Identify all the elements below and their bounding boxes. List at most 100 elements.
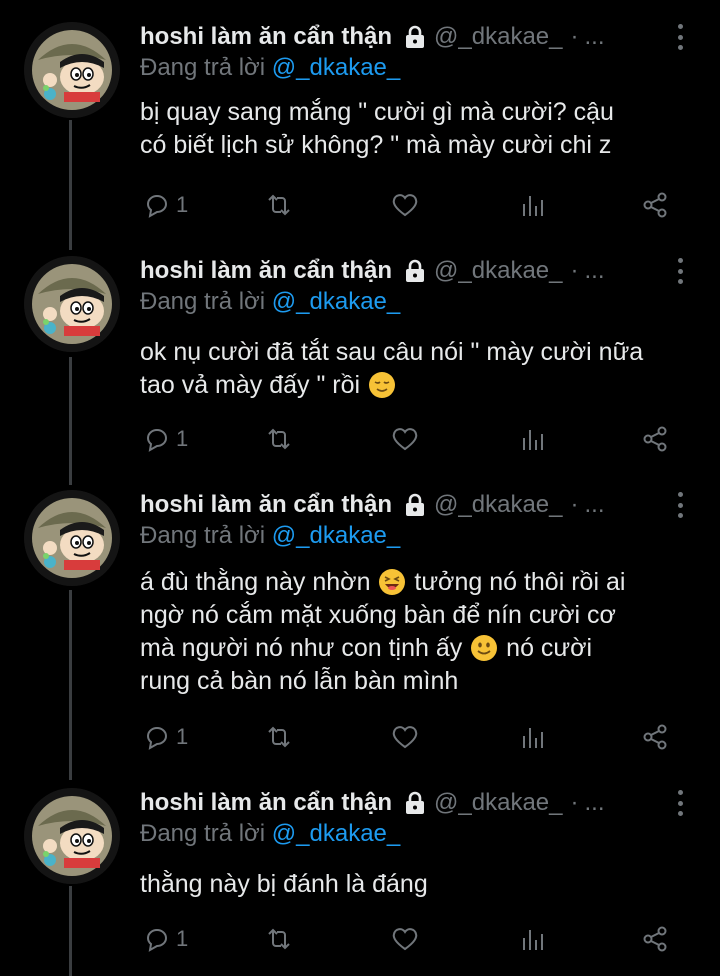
reply-button[interactable]: 1 [142,922,188,956]
views-icon [523,728,543,748]
display-name[interactable]: hoshi làm ăn cẩn thận [140,491,392,519]
reply-count: 1 [176,426,189,451]
display-name[interactable]: hoshi làm ăn cẩn thận [140,789,392,817]
like-button[interactable] [390,720,420,754]
avatar[interactable] [24,788,120,884]
display-name[interactable]: hoshi làm ăn cẩn thận [140,257,392,285]
replying-mention-link[interactable]: @_dkakae_ [272,54,400,81]
tweet-text-line: tao vả mày đấy " rồi [140,369,700,402]
heart-icon [392,428,418,451]
avatar-image [24,788,120,884]
reply-button[interactable]: 1 [142,422,188,456]
timestamp[interactable]: ... [585,257,605,285]
tweet-text: á đù thằng này nhờn tưởng nó thôi rồi ai… [140,566,700,698]
heart-icon [392,726,418,749]
replying-prefix: Đang trả lời [140,820,266,847]
lock-icon [406,493,425,516]
separator-dot: · [570,491,579,518]
lock-icon [406,25,425,48]
views-icon [523,930,543,950]
avatar-image [24,256,120,352]
display-name[interactable]: hoshi làm ăn cẩn thận [140,23,392,51]
replying-prefix: Đang trả lời [140,522,266,549]
like-button[interactable] [390,188,420,222]
views-button[interactable] [518,422,548,456]
tweet[interactable]: hoshi làm ăn cẩn thận @_dkakae_ · ... Đa… [0,22,720,232]
tweet-header: hoshi làm ăn cẩn thận @_dkakae_ · ... [140,490,700,520]
replying-to: Đang trả lời @_dkakae_ [140,54,400,82]
views-button[interactable] [518,922,548,956]
separator-dot: · [570,23,579,50]
replying-prefix: Đang trả lời [140,288,266,315]
tweet-header: hoshi làm ăn cẩn thận @_dkakae_ · ... [140,788,700,818]
tweet-text-line: rung cả bàn nó lẫn bàn mình [140,667,459,695]
user-handle[interactable]: @_dkakae_ [434,789,562,817]
reply-icon [146,929,167,952]
avatar[interactable] [24,490,120,586]
replying-prefix: Đang trả lời [140,54,266,81]
tweet-header: hoshi làm ăn cẩn thận @_dkakae_ · ... [140,256,700,286]
tweet[interactable]: hoshi làm ăn cẩn thận @_dkakae_ · ... Đa… [0,788,720,976]
action-bar: 1 [140,720,700,754]
tweet-text-line: có biết lịch sử không? " mà mày cười chi… [140,131,612,159]
user-handle[interactable]: @_dkakae_ [434,23,562,51]
share-button[interactable] [640,188,670,222]
avatar[interactable] [24,22,120,118]
relieved-face-emoji [369,372,396,398]
share-button[interactable] [640,720,670,754]
retweet-icon [268,726,290,748]
replying-mention-link[interactable]: @_dkakae_ [272,522,400,549]
tweet-text: bị quay sang mắng " cười gì mà cười? cậu… [140,96,700,162]
tweet[interactable]: hoshi làm ăn cẩn thận @_dkakae_ · ... Đa… [0,256,720,466]
replying-mention-link[interactable]: @_dkakae_ [272,288,400,315]
tweet-text-segment: á đù thằng này nhờn [140,568,371,596]
like-button[interactable] [390,422,420,456]
share-button[interactable] [640,422,670,456]
more-icon[interactable] [670,258,690,284]
reply-icon [146,429,167,452]
views-icon [523,196,543,216]
heart-icon [392,928,418,951]
share-icon [643,926,667,952]
timestamp[interactable]: ... [585,789,605,817]
reply-button[interactable]: 1 [142,188,188,222]
more-icon[interactable] [670,24,690,50]
avatar[interactable] [24,256,120,352]
tweet-header: hoshi làm ăn cẩn thận @_dkakae_ · ... [140,22,700,52]
reply-count: 1 [176,192,189,217]
timestamp[interactable]: ... [585,23,605,51]
tweet-text-segment: tao vả mày đấy " rồi [140,371,361,399]
views-button[interactable] [518,188,548,222]
replying-to: Đang trả lời @_dkakae_ [140,820,400,848]
retweet-button[interactable] [264,720,294,754]
share-icon [643,426,667,452]
heart-icon [392,194,418,217]
slightly-smiling-emoji [471,635,498,661]
separator-dot: · [570,257,579,284]
separator-dot: · [570,789,579,816]
retweet-button[interactable] [264,422,294,456]
tweet-text-segment: tưởng nó thôi rồi ai [414,568,626,596]
timestamp[interactable]: ... [585,491,605,519]
avatar-image [24,490,120,586]
replying-to: Đang trả lời @_dkakae_ [140,288,400,316]
tweet-text-line: ok nụ cười đã tắt sau câu nói " mày cười… [140,338,644,366]
reply-button[interactable]: 1 [142,720,188,754]
more-icon[interactable] [670,492,690,518]
more-icon[interactable] [670,790,690,816]
tweet-text-line: thằng này bị đánh là đáng [140,870,428,898]
action-bar: 1 [140,922,700,956]
replying-to: Đang trả lời @_dkakae_ [140,522,400,550]
retweet-button[interactable] [264,188,294,222]
user-handle[interactable]: @_dkakae_ [434,491,562,519]
share-button[interactable] [640,922,670,956]
share-icon [643,724,667,750]
action-bar: 1 [140,422,700,456]
tweet-text-segment: nó cười [506,634,593,662]
user-handle[interactable]: @_dkakae_ [434,257,562,285]
tweet[interactable]: hoshi làm ăn cẩn thận @_dkakae_ · ... Đa… [0,490,720,760]
like-button[interactable] [390,922,420,956]
retweet-button[interactable] [264,922,294,956]
views-button[interactable] [518,720,548,754]
replying-mention-link[interactable]: @_dkakae_ [272,820,400,847]
